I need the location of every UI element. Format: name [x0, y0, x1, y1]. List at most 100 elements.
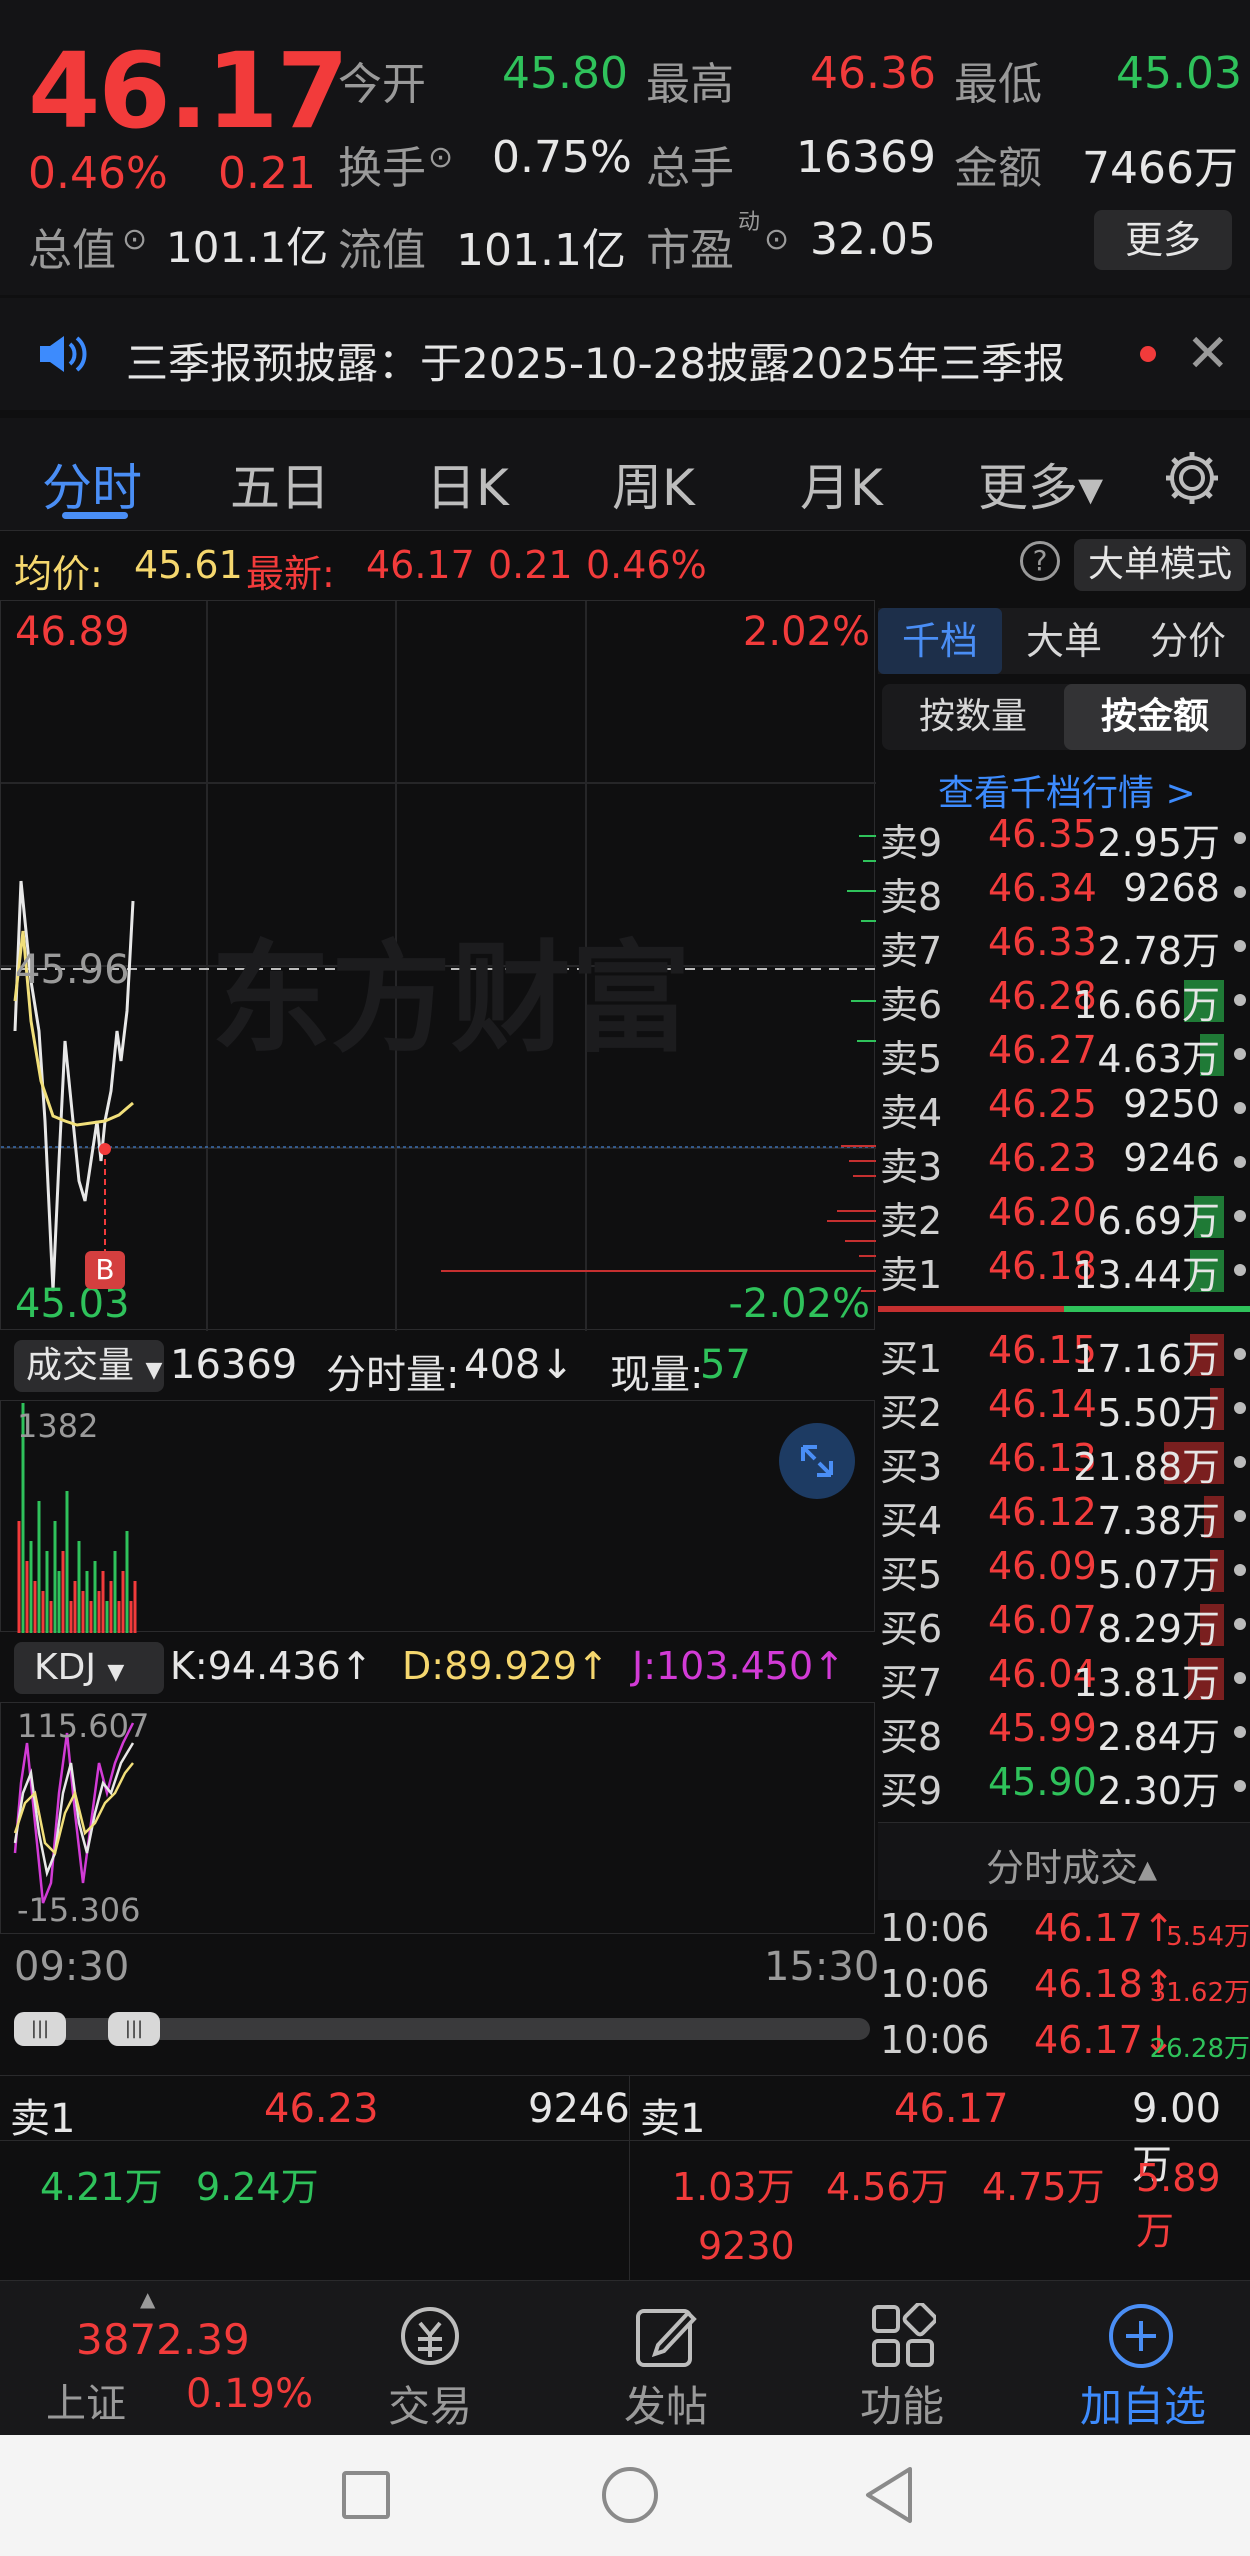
bid-row[interactable]: 买5 46.09 5.07万	[878, 1544, 1250, 1598]
info-icon[interactable]: ⊙	[764, 222, 789, 257]
pe-value: 32.05	[810, 214, 936, 265]
toggle-by-quantity[interactable]: 按数量	[882, 684, 1064, 750]
info-icon[interactable]: ⊙	[122, 222, 147, 257]
divider	[0, 530, 1250, 531]
nav-post-label: 发帖	[624, 2382, 709, 2431]
turnover-label: 换手	[338, 143, 426, 194]
bid-row[interactable]: 买6 46.07 8.29万	[878, 1598, 1250, 1652]
nav-trade[interactable]: 交易	[370, 2281, 490, 2436]
kdj-chart: 115.607 -15.306	[0, 1702, 875, 1934]
more-button[interactable]: 更多	[1094, 210, 1232, 270]
unread-dot	[1140, 346, 1156, 362]
period-tabs: 分时 五日 日K 周K 月K 更多▾	[0, 418, 1250, 530]
volume-chart: 1382	[0, 1400, 875, 1633]
ask-row[interactable]: 卖3 46.23 9246	[878, 1136, 1250, 1190]
order-book: 千档 大单 分价 按数量 按金额 查看千档行情 > 卖9 46.35 2.95万 卖…	[878, 600, 1250, 2070]
ask-row[interactable]: 卖4 46.25 9250	[878, 1082, 1250, 1136]
nav-trade-label: 交易	[388, 2382, 473, 2431]
expand-button[interactable]	[779, 1423, 855, 1499]
ask-row[interactable]: 卖2 46.20 6.69万	[878, 1190, 1250, 1244]
nav-functions-label: 功能	[860, 2382, 945, 2431]
change-value: 0.21	[218, 148, 316, 199]
right-extra: 9230	[698, 2224, 795, 2268]
amount-label: 金额	[954, 143, 1042, 194]
amount-value: 7466万	[1082, 143, 1238, 194]
tab-more[interactable]: 更多▾	[978, 448, 1103, 520]
close-icon[interactable]: ✕	[1186, 324, 1230, 384]
bottom-nav: ▲ 3872.39 上证 0.19% 交易 发帖 功能 加自选	[0, 2280, 1250, 2435]
bid-row[interactable]: 买2 46.14 5.50万	[878, 1382, 1250, 1436]
latest-value: 46.17	[366, 543, 475, 587]
ask-row[interactable]: 卖9 46.35 2.95万	[878, 812, 1250, 866]
latest-label: 最新:	[246, 552, 335, 596]
nav-post[interactable]: 发帖	[606, 2281, 726, 2436]
tab-monthly-k[interactable]: 月K	[800, 448, 883, 520]
ask-row[interactable]: 卖8 46.34 9268	[878, 866, 1250, 920]
intraday-chart[interactable]: 东方财富 46.89 2.02% 45.96 45.03 -2.02% B	[0, 600, 876, 1331]
tick-volume-label: 分时量:	[326, 1352, 460, 1398]
big-order-mode-button[interactable]: 大单模式	[1074, 539, 1246, 591]
tick-trade-row: 10:06 46.17↓ 26.28万	[880, 2018, 1250, 2064]
gear-icon[interactable]	[1162, 448, 1222, 508]
nav-add-watchlist[interactable]: 加自选	[1060, 2281, 1220, 2436]
high-label: 最高	[646, 59, 734, 110]
home-icon[interactable]	[602, 2467, 658, 2523]
info-line: 均价: 45.61 最新: 46.17 0.21 0.46% ? 大单模式	[0, 535, 1250, 599]
latest-change: 0.21	[488, 543, 573, 587]
ask-row[interactable]: 卖6 46.28 16.66万	[878, 974, 1250, 1028]
kdj-d: D:89.929↑	[402, 1644, 609, 1688]
avg-value: 45.61	[134, 543, 243, 587]
kdj-indicator-select[interactable]: KDJ ▼	[14, 1642, 164, 1694]
slider-handle-right[interactable]: |||	[108, 2012, 160, 2046]
bid-row[interactable]: 买7 46.04 13.81万	[878, 1652, 1250, 1706]
mktcap-label: 总值	[28, 225, 116, 276]
notice-bar[interactable]: 三季报预披露：于2025-10-28披露2025年三季报 ✕	[0, 298, 1250, 410]
range-slider[interactable]: ||| |||	[14, 2012, 870, 2046]
tab-intraday[interactable]: 分时	[42, 448, 142, 520]
tab-big-orders[interactable]: 大单	[1002, 608, 1126, 674]
pe-label: 市盈	[646, 225, 734, 276]
kdj-k: K:94.436↑	[170, 1644, 373, 1688]
turnover-value: 0.75%	[492, 132, 632, 183]
index-name: 上证	[46, 2381, 126, 2427]
ask-row[interactable]: 卖1 46.18 13.44万	[878, 1244, 1250, 1298]
volume-panel: 成交量 ▼ 16369 分时量: 408↓ 现量: 57 1382	[0, 1332, 875, 1633]
buy-marker[interactable]: B	[85, 1251, 125, 1289]
info-icon[interactable]: ⊙	[428, 140, 453, 175]
index-pct: 0.19%	[186, 2371, 314, 2417]
tab-level-orders[interactable]: 千档	[878, 608, 1002, 674]
nav-functions[interactable]: 功能	[842, 2281, 962, 2436]
level-quote-link[interactable]: 查看千档行情 >	[938, 764, 1196, 816]
back-icon[interactable]	[862, 2465, 916, 2525]
left-item: 4.21万	[40, 2165, 163, 2209]
bid-row[interactable]: 买1 46.15 17.16万	[878, 1328, 1250, 1382]
float-label: 流值	[338, 225, 426, 276]
ask-strength-bar	[1064, 1306, 1250, 1312]
volume-bars	[17, 1403, 137, 1633]
right-item: 4.56万	[826, 2165, 949, 2209]
grid-icon	[872, 2303, 936, 2367]
tab-price-distribution[interactable]: 分价	[1126, 608, 1250, 674]
tab-five-day[interactable]: 五日	[230, 448, 330, 520]
tick-trades-header[interactable]: 分时成交▴	[878, 1822, 1250, 1900]
help-icon[interactable]: ?	[1020, 541, 1060, 581]
bid-row[interactable]: 买9 45.90 2.30万	[878, 1760, 1250, 1814]
toggle-by-amount[interactable]: 按金额	[1064, 684, 1246, 750]
tick-trades-title: 分时成交▴	[986, 1846, 1158, 1890]
ask-row[interactable]: 卖7 46.33 2.78万	[878, 920, 1250, 974]
bid-row[interactable]: 买8 45.99 2.84万	[878, 1706, 1250, 1760]
ask-row[interactable]: 卖5 46.27 4.63万	[878, 1028, 1250, 1082]
slider-handle-left[interactable]: |||	[14, 2012, 66, 2046]
index-ticker[interactable]: ▲ 3872.39 上证 0.19%	[0, 2281, 313, 2436]
recent-apps-icon[interactable]	[342, 2471, 390, 2519]
bid-row[interactable]: 买4 46.12 7.38万	[878, 1490, 1250, 1544]
tick-trade-row: 10:06 46.18↑ 31.62万	[880, 1962, 1250, 2008]
tab-daily-k[interactable]: 日K	[426, 448, 509, 520]
time-start: 09:30	[14, 1944, 130, 1990]
chart-top-pct: 2.02%	[742, 609, 870, 655]
volume-indicator-select[interactable]: 成交量 ▼	[14, 1340, 164, 1392]
bid-row[interactable]: 买3 46.13 21.88万	[878, 1436, 1250, 1490]
tab-weekly-k[interactable]: 周K	[612, 448, 695, 520]
bid-strength-bar	[878, 1306, 1064, 1312]
chart-top-price: 46.89	[15, 609, 130, 655]
